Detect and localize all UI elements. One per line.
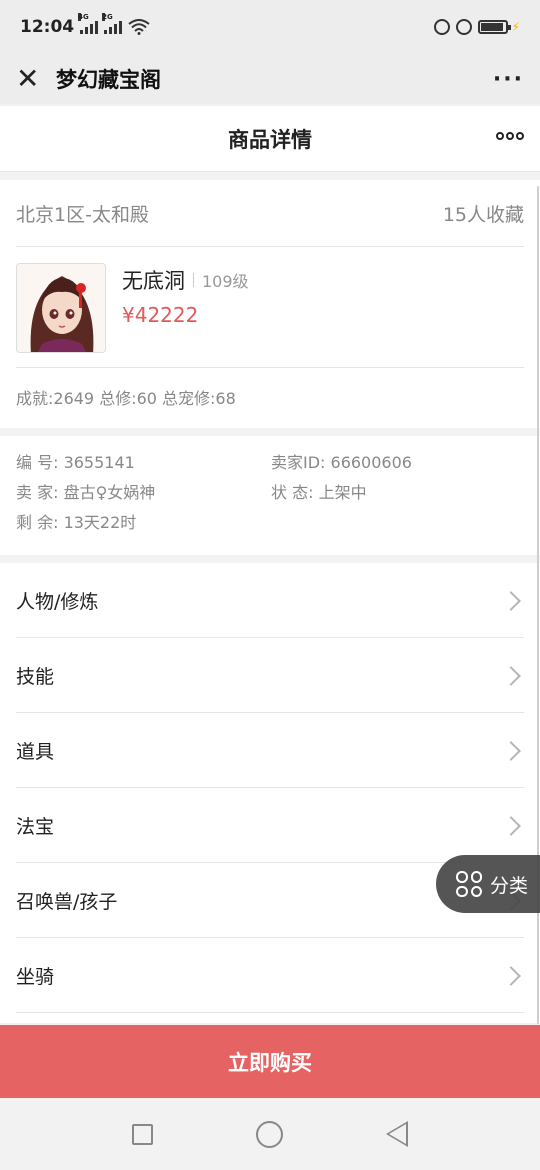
menu-label: 召唤兽/孩子 [16, 891, 118, 913]
menu-label: 法宝 [16, 816, 55, 838]
name-line: 无底洞 109级 [122, 265, 249, 295]
category-label: 分类 [490, 874, 529, 897]
menu-item-items[interactable]: 道具 [0, 713, 540, 788]
chevron-right-icon [501, 740, 521, 761]
character-info: 无底洞 109级 ¥42222 [122, 263, 249, 351]
page-header: 商品详情 [0, 106, 540, 172]
signal-icon: 4G [78, 13, 99, 34]
page-title: 商品详情 [228, 127, 312, 152]
avatar [16, 263, 106, 353]
category-button[interactable]: 分类 [436, 855, 540, 913]
menu-item-character[interactable]: 人物/修炼 [0, 563, 540, 638]
favorites-count[interactable]: 15人收藏 [443, 200, 524, 227]
menu-card: 人物/修炼 技能 道具 法宝 召唤兽/孩子 坐骑 [0, 563, 540, 1023]
price: ¥42222 [122, 303, 199, 327]
close-icon[interactable]: ✕ [16, 65, 42, 93]
buy-now-button[interactable]: 立即购买 [0, 1025, 540, 1098]
seller-id: 卖家ID: 66600606 [271, 453, 412, 472]
chevron-right-icon [501, 965, 521, 986]
status-bar: 12:04 4G 2G ⚡ [0, 0, 540, 54]
character-row: 无底洞 109级 ¥42222 [0, 247, 540, 367]
battery-icon [477, 20, 511, 34]
menu-item-skills[interactable]: 技能 [0, 638, 540, 713]
server-name: 北京1区-太和殿 [16, 203, 149, 226]
seller-name: 卖 家: 盘古♀女娲神 [16, 483, 156, 502]
menu-item-mounts[interactable]: 坐骑 [0, 938, 540, 1013]
signal-icon: 2G [102, 13, 123, 34]
separator [193, 273, 194, 287]
recents-icon[interactable] [131, 1123, 153, 1145]
menu-label: 人物/修炼 [16, 591, 99, 613]
details-card: 编 号: 3655141 卖家ID: 66600606 卖 家: 盘古♀女娲神 … [0, 436, 540, 555]
app-title-bar: ✕ 梦幻藏宝阁 ··· [0, 54, 540, 104]
character-level: 109级 [202, 272, 249, 291]
item-id: 编 号: 3655141 [16, 453, 135, 472]
chevron-right-icon [501, 815, 521, 836]
home-icon[interactable] [255, 1120, 283, 1148]
system-nav-bar [0, 1098, 540, 1170]
status-time: 12:04 [20, 17, 75, 37]
character-name: 无底洞 [122, 269, 185, 293]
server-row: 北京1区-太和殿 15人收藏 [0, 180, 540, 246]
lock-icon [433, 19, 450, 35]
menu-label: 坐骑 [16, 966, 55, 988]
buy-now-label: 立即购买 [228, 1050, 312, 1075]
menu-item-treasures[interactable]: 法宝 [0, 788, 540, 863]
charging-icon: ⚡ [511, 20, 520, 34]
chevron-right-icon [501, 665, 521, 686]
menu-label: 技能 [16, 666, 55, 688]
menu-label: 道具 [16, 741, 55, 763]
app-title: 梦幻藏宝阁 [56, 68, 161, 92]
listing-status: 状 态: 上架中 [271, 483, 367, 502]
remaining-time: 剩 余: 13天22时 [16, 513, 137, 532]
product-card: 北京1区-太和殿 15人收藏 无底洞 109级 ¥42222 成就:2649 总… [0, 180, 540, 428]
status-right: ⚡ [433, 19, 520, 35]
category-icon [456, 871, 482, 897]
more-dots-icon[interactable] [496, 132, 524, 140]
chevron-right-icon [501, 590, 521, 611]
alarm-icon [455, 19, 472, 35]
stats-row: 成就:2649 总修:60 总宠修:68 [16, 389, 236, 408]
info-grid: 编 号: 3655141 卖家ID: 66600606 卖 家: 盘古♀女娲神 … [16, 452, 524, 534]
wifi-icon [128, 19, 150, 35]
back-icon[interactable] [386, 1121, 409, 1147]
more-icon[interactable]: ··· [493, 67, 524, 92]
